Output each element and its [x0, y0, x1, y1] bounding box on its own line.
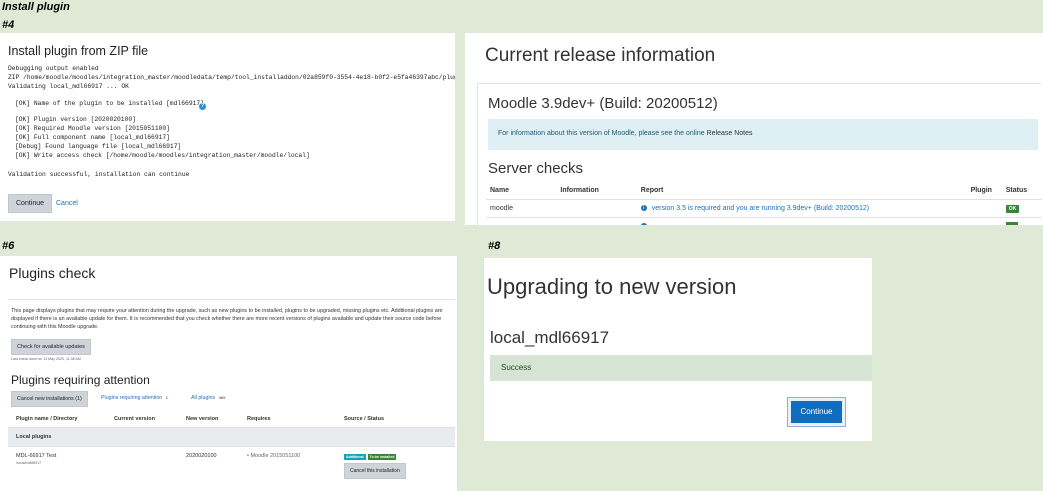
log-line: ZIP /home/moodle/moodles/integration_mas… — [8, 74, 455, 81]
status-badge: OK — [1005, 204, 1020, 213]
panel-label-6: #6 — [2, 240, 15, 252]
check-line: [Debug] Found language file [local_mdl66… — [15, 143, 182, 150]
table-header: Name Information Report Plugin Status — [486, 183, 1042, 199]
section-title: Plugins requiring attention — [11, 373, 150, 387]
info-icon: i — [640, 204, 647, 211]
report-link[interactable]: version 3.5 is required and you are runn… — [652, 205, 869, 212]
table-row — [486, 216, 1042, 225]
status-badge: To be installed — [367, 453, 397, 460]
check-report: i version 3.5 is required and you are ru… — [636, 198, 967, 217]
page-title: Plugins check — [9, 265, 96, 281]
new-version: 2020020100 — [182, 445, 243, 480]
source-status: Additional To be installed Cancel this i… — [340, 445, 455, 480]
validation-result: Validation successful, installation can … — [8, 171, 190, 178]
log-line: Validating local_mdl66917 ... OK — [8, 83, 129, 90]
plugin-name: MDL-66917 Test — [16, 452, 57, 459]
release-info-box: For information about this version of Mo… — [488, 119, 1038, 150]
tab-count: 469 — [218, 395, 226, 400]
table-row: moodle i version 3.5 is required and you… — [486, 198, 1042, 217]
table-row: MDL-66917 Test /local/mdl66917 202002010… — [8, 445, 455, 480]
column-header: Status — [1005, 187, 1028, 195]
help-icon[interactable]: ? — [199, 103, 206, 110]
continue-button[interactable]: Continue — [8, 194, 53, 213]
info-text: For information about this version of Mo… — [498, 130, 707, 137]
server-checks-table: Name Information Report Plugin Status mo… — [486, 183, 1042, 225]
table-group-row: Local plugins — [8, 426, 455, 446]
source-badge: Additional — [344, 453, 366, 460]
plugin-name-cell: MDL-66917 Test /local/mdl66917 — [8, 445, 110, 480]
plugins-check-description: This page displays plugins that may requ… — [11, 308, 443, 330]
column-header: Name — [490, 187, 510, 195]
plugins-check-panel: Plugins check This page displays plugins… — [0, 256, 457, 491]
panel-label-4: #4 — [2, 19, 15, 31]
page-title: Upgrading to new version — [487, 274, 737, 299]
plugin-heading: local_mdl66917 — [490, 328, 610, 347]
release-notes-link[interactable]: Release Notes — [707, 130, 753, 137]
check-line: [OK] Required Moodle version [2015051100… — [15, 125, 170, 132]
bullet-icon: • — [247, 452, 249, 459]
release-info-panel: Current release information Moodle 3.9de… — [465, 33, 1043, 225]
table-header: Plugin name / Directory Current version … — [8, 411, 455, 427]
page-title: Current release information — [485, 45, 716, 66]
column-header: Source / Status — [344, 415, 385, 422]
tab-all-plugins[interactable]: All plugins 469 — [191, 395, 225, 401]
check-line: [OK] Write access check [/home/moodle/mo… — [15, 152, 310, 159]
last-check-text: Last check done on 13 May 2020, 11:38 AM — [11, 357, 81, 361]
check-plugin — [966, 198, 1002, 217]
check-information — [556, 198, 637, 217]
current-version — [110, 445, 182, 480]
check-line: [OK] Full component name [local_mdl66917… — [15, 134, 170, 141]
success-notification: Success — [490, 355, 872, 381]
tab-plugins-requiring-attention[interactable]: Plugins requiring attention 1 — [101, 395, 168, 401]
tab-label: All plugins — [191, 395, 216, 401]
server-checks-heading: Server checks — [488, 160, 584, 177]
check-line: [OK] Plugin version [2020020100] — [15, 116, 136, 123]
column-header: Current version — [114, 415, 155, 422]
group-label: Local plugins — [8, 426, 455, 446]
version-heading: Moodle 3.9dev+ (Build: 20200512) — [488, 95, 718, 112]
status-badge — [1005, 222, 1018, 225]
info-icon — [640, 222, 647, 225]
check-updates-button[interactable]: Check for available updates — [11, 339, 91, 355]
column-header: Plugin name / Directory — [16, 415, 78, 422]
upgrading-panel: Upgrading to new version local_mdl66917 … — [484, 258, 872, 441]
continue-focus-ring: Continue — [787, 397, 846, 427]
column-header: Requires — [247, 415, 271, 422]
cancel-new-installations-button[interactable]: Cancel new installations (1) — [11, 391, 88, 407]
requires: • Moodle 2015051100 — [243, 445, 340, 480]
page-title: Install plugin from ZIP file — [8, 44, 149, 58]
check-line: [OK] Name of the plugin to be installed … — [15, 100, 204, 107]
continue-button[interactable]: Continue — [791, 401, 842, 423]
plugin-directory: /local/mdl66917 — [16, 460, 42, 465]
tab-count: 1 — [165, 395, 168, 400]
install-plugin-panel: Install plugin from ZIP file Debugging o… — [0, 33, 455, 221]
column-header: Plugin — [970, 187, 992, 195]
panel-label-8: #8 — [488, 240, 501, 252]
figure-title: Install plugin — [2, 1, 70, 13]
tab-label: Plugins requiring attention — [101, 395, 163, 401]
requires-text: Moodle 2015051100 — [250, 452, 301, 459]
log-line: Debugging output enabled — [8, 65, 99, 72]
column-header: New version — [186, 415, 219, 422]
check-name: moodle — [486, 198, 557, 217]
cancel-link[interactable]: Cancel — [56, 200, 78, 207]
cancel-installation-button[interactable]: Cancel this installation — [344, 462, 406, 479]
column-header: Information — [560, 187, 599, 195]
plugins-table: Plugin name / Directory Current version … — [8, 411, 455, 480]
check-status: OK — [1001, 198, 1042, 217]
column-header: Report — [640, 187, 664, 195]
